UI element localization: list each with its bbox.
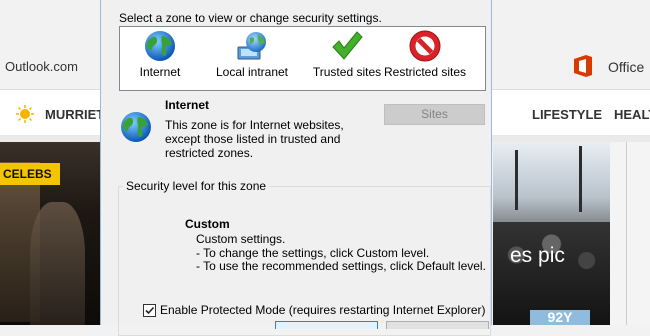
page-right-column — [610, 142, 650, 325]
security-detail-line: - To change the settings, click Custom l… — [196, 245, 430, 260]
office-icon[interactable] — [572, 54, 594, 78]
checkmark-icon — [145, 306, 155, 314]
zone-label: Restricted sites — [383, 65, 467, 79]
no-entry-icon — [409, 30, 441, 62]
sun-icon — [16, 105, 34, 123]
nav-item-lifestyle[interactable]: LIFESTYLE — [532, 107, 602, 122]
outlook-link[interactable]: Outlook.com — [5, 59, 78, 74]
zone-label: Local intranet — [215, 65, 289, 79]
security-level-name: Custom — [185, 217, 230, 231]
news-photo[interactable] — [493, 142, 610, 325]
security-settings-dialog: Select a zone to view or change security… — [100, 0, 492, 336]
custom-level-button[interactable] — [275, 321, 378, 329]
nav-item-health[interactable]: HEALTH — [614, 107, 650, 122]
security-detail-line: Custom settings. — [196, 232, 286, 246]
zone-label: Internet — [139, 65, 181, 79]
globe-icon — [145, 31, 175, 61]
sites-button[interactable]: Sites — [384, 104, 485, 125]
default-level-button[interactable] — [386, 321, 489, 329]
zone-prompt: Select a zone to view or change security… — [119, 11, 382, 25]
protected-mode-row[interactable]: Enable Protected Mode (requires restarti… — [143, 302, 486, 318]
office-link[interactable]: Office — [608, 59, 644, 75]
celebs-badge: CELEBS — [0, 163, 60, 185]
zone-restricted-sites[interactable]: Restricted sites — [377, 27, 473, 80]
security-detail-line: - To use the recommended settings, click… — [196, 259, 486, 273]
security-level-title: Security level for this zone — [123, 179, 270, 193]
zone-local-intranet[interactable]: Local intranet — [205, 27, 299, 80]
globe-icon — [121, 112, 151, 142]
photo-badge: 92Y — [530, 310, 590, 325]
zone-internet[interactable]: Internet — [132, 27, 188, 80]
network-globe-icon — [237, 32, 266, 60]
protected-mode-checkbox[interactable] — [143, 303, 156, 317]
protected-mode-label[interactable]: Enable Protected Mode (requires restarti… — [160, 303, 486, 317]
checkmark-icon — [332, 31, 363, 60]
zone-list[interactable]: Internet Local intranet Trusted sites Re… — [119, 26, 486, 91]
selected-zone-description: This zone is for Internet websites, exce… — [165, 118, 344, 160]
photo-caption[interactable]: es pic — [510, 244, 565, 268]
selected-zone-title: Internet — [165, 98, 210, 112]
security-level-details: Custom settings. - To change the setting… — [196, 232, 486, 274]
